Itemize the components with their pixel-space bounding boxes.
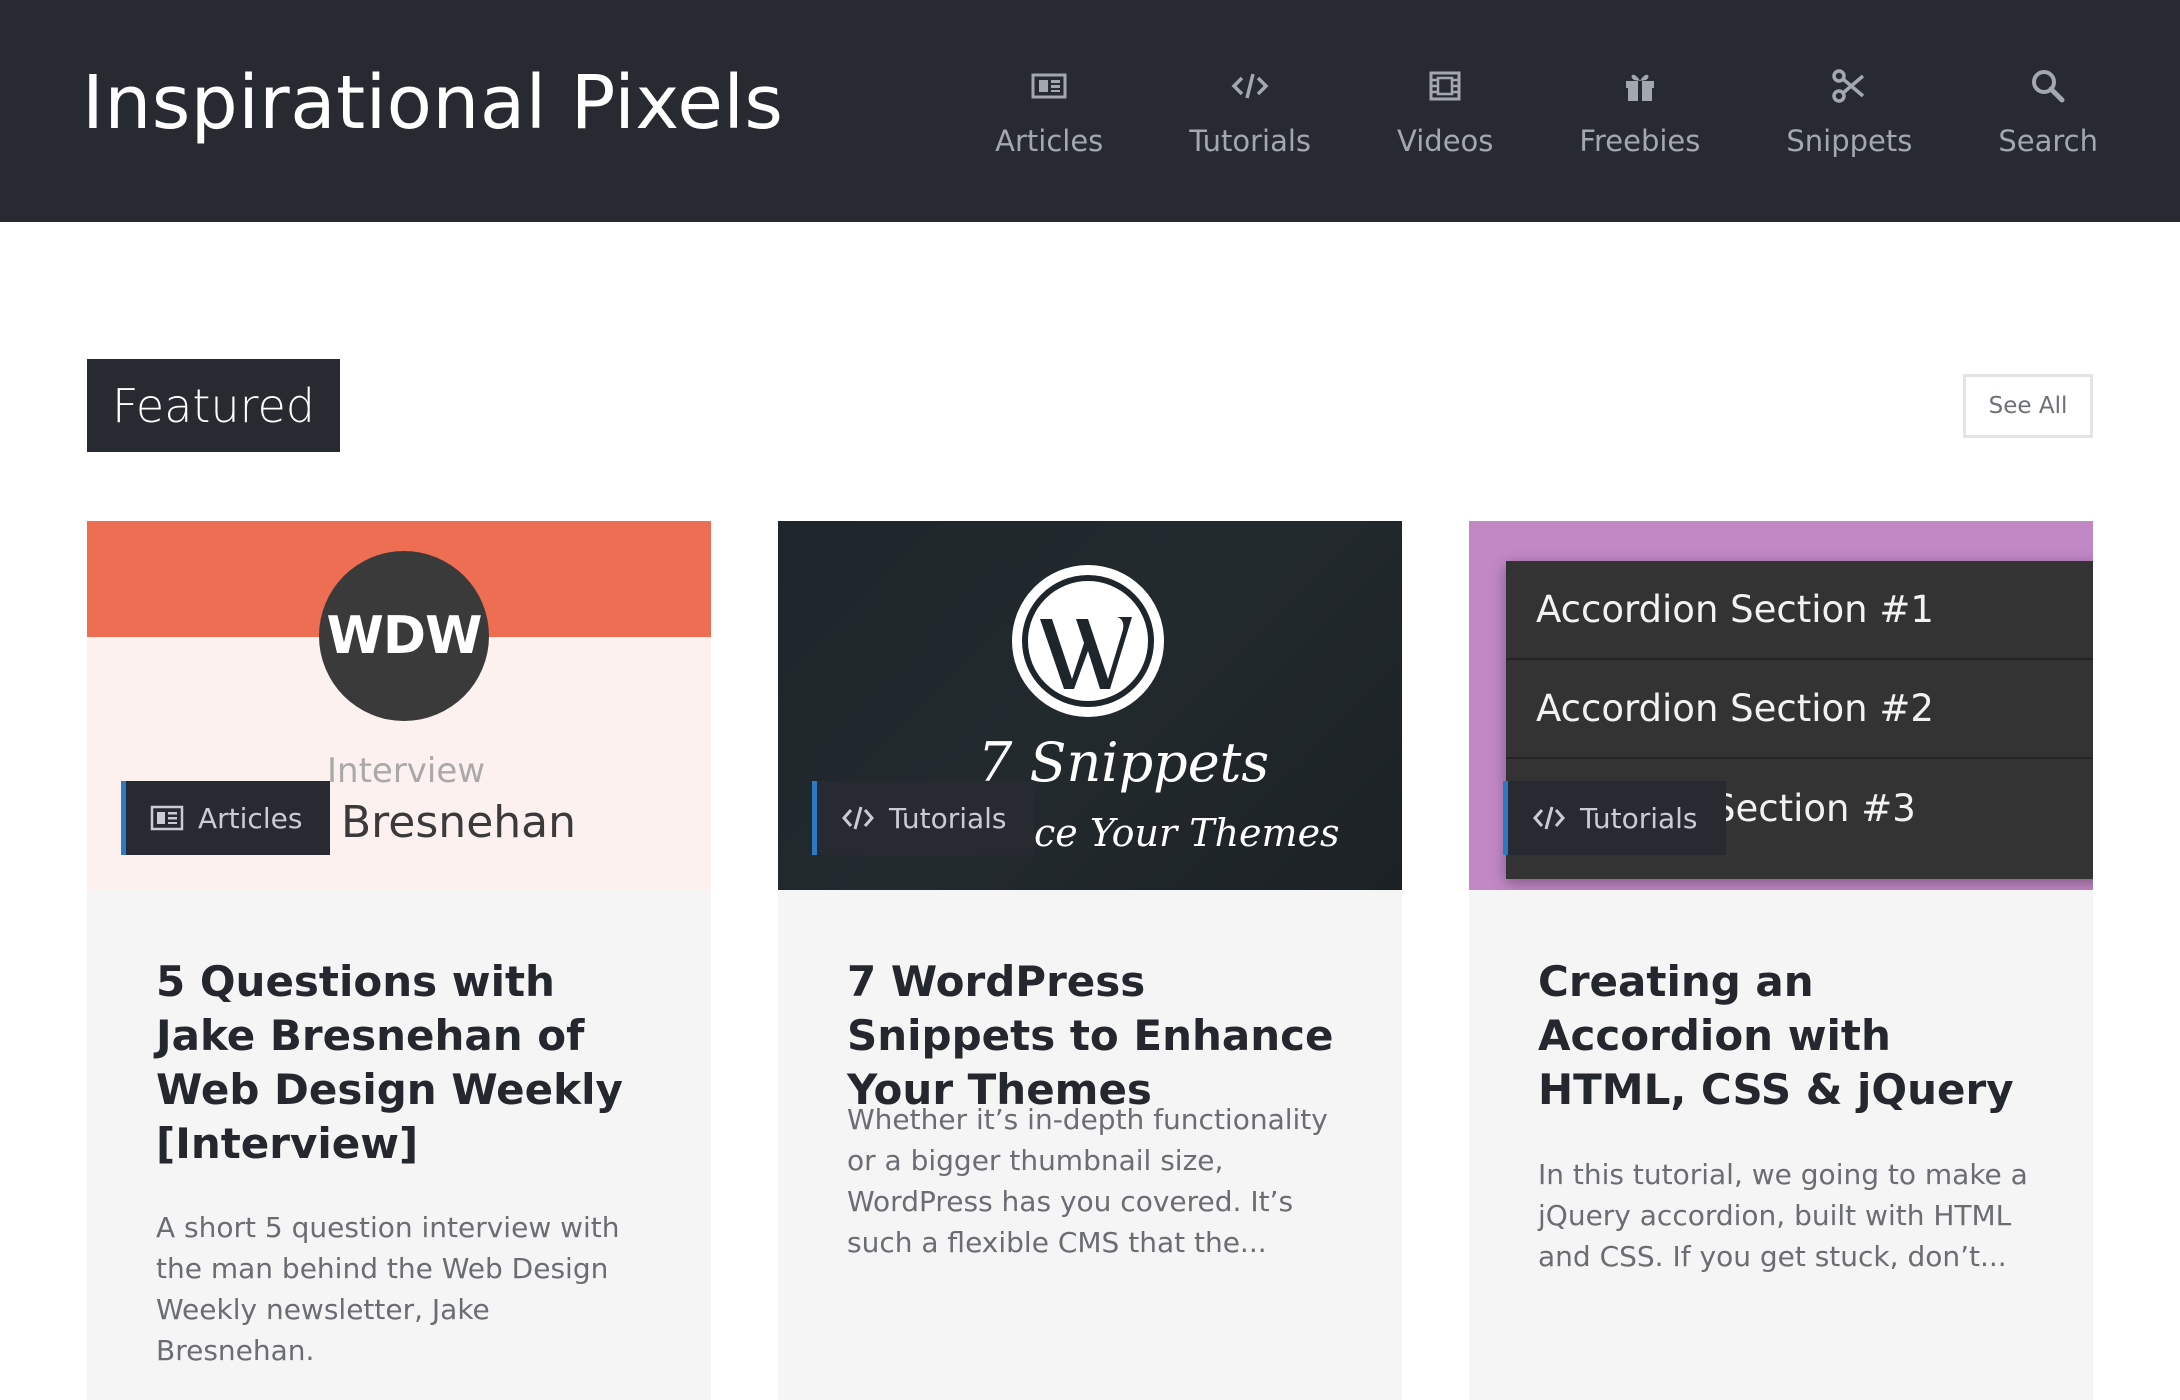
wdw-logo: WDW <box>319 551 489 721</box>
post-thumbnail[interactable]: 7 Snippets ce Your Themes Tutorials <box>778 521 1402 890</box>
code-icon <box>1231 73 1269 99</box>
newspaper-icon <box>1031 73 1067 99</box>
code-icon <box>1533 806 1565 830</box>
thumb-text: ce Your Themes <box>1034 811 1340 855</box>
accordion-row-text: Section #3 <box>1712 787 1916 830</box>
category-badge[interactable]: Tutorials <box>812 781 1035 855</box>
nav-label: Snippets <box>1786 124 1913 158</box>
nav-label: Freebies <box>1579 124 1701 158</box>
wordpress-logo-icon <box>1012 565 1164 717</box>
nav-label: Videos <box>1397 124 1494 158</box>
post-thumbnail[interactable]: WDW Interview Bresnehan Articles <box>87 521 711 890</box>
category-label: Tutorials <box>889 801 1007 835</box>
site-logo[interactable]: Inspirational Pixels <box>82 60 783 146</box>
nav-item-snippets[interactable]: Snippets <box>1786 0 1912 222</box>
site-header: Inspirational Pixels Articles Tutorials <box>0 0 2180 222</box>
thumb-text: Interview <box>327 751 486 791</box>
search-icon <box>2032 70 2065 103</box>
category-label: Tutorials <box>1580 801 1698 835</box>
nav-label: Search <box>1998 124 2098 158</box>
post-title[interactable]: 5 Questions with Jake Bresnehan of Web D… <box>156 955 656 1171</box>
post-thumbnail[interactable]: Accordion Section #1 Accordion Section #… <box>1469 521 2093 890</box>
post-title[interactable]: 7 WordPress Snippets to Enhance Your The… <box>847 955 1347 1117</box>
film-icon <box>1429 71 1461 101</box>
category-badge[interactable]: Articles <box>121 781 331 855</box>
newspaper-icon <box>150 805 184 831</box>
code-icon <box>842 806 874 830</box>
accordion-row: Accordion Section #1 <box>1506 561 2093 660</box>
gift-icon <box>1625 74 1654 101</box>
post-card[interactable]: WDW Interview Bresnehan Articles 5 Quest… <box>87 521 711 1400</box>
post-excerpt: A short 5 question interview with the ma… <box>156 1211 620 1367</box>
scissors-icon <box>1832 69 1865 103</box>
nav-item-search[interactable]: Search <box>1998 0 2098 222</box>
nav-item-freebies[interactable]: Freebies <box>1579 0 1700 222</box>
nav-item-tutorials[interactable]: Tutorials <box>1189 0 1311 222</box>
post-title[interactable]: Creating an Accordion with HTML, CSS & j… <box>1538 955 2038 1117</box>
nav-label: Tutorials <box>1189 124 1312 158</box>
main-nav: Articles Tutorials Videos Freebies Snipp… <box>995 0 2098 222</box>
thumb-text: Bresnehan <box>341 797 576 848</box>
category-label: Articles <box>198 801 303 835</box>
post-card[interactable]: 7 Snippets ce Your Themes Tutorials 7 Wo… <box>778 521 1402 1400</box>
post-card[interactable]: Accordion Section #1 Accordion Section #… <box>1469 521 2093 1400</box>
section-title: Featured <box>87 359 340 452</box>
post-excerpt: In this tutorial, we going to make a jQu… <box>1538 1158 2028 1273</box>
accordion-row: Accordion Section #2 <box>1506 660 2093 759</box>
see-all-button[interactable]: See All <box>1963 374 2093 438</box>
nav-item-articles[interactable]: Articles <box>995 0 1103 222</box>
nav-item-videos[interactable]: Videos <box>1397 0 1493 222</box>
category-badge[interactable]: Tutorials <box>1503 781 1726 855</box>
nav-label: Articles <box>995 124 1104 158</box>
post-excerpt: Whether it’s in-depth functionality or a… <box>847 1103 1328 1259</box>
